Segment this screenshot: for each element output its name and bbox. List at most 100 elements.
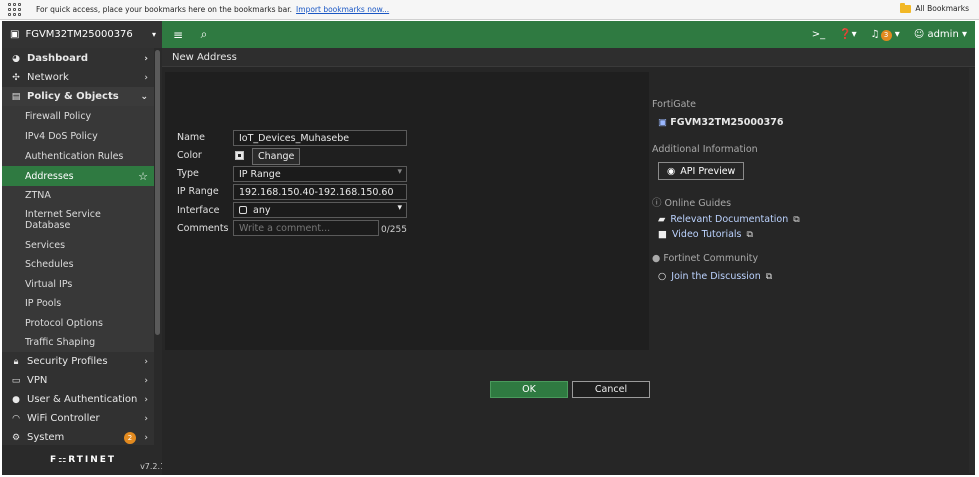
chevron-right-icon: › [144, 72, 148, 83]
side-device-name: ▣ FGVM32TM25000376 [658, 117, 783, 128]
bookmarks-bar: For quick access, place your bookmarks h… [0, 0, 979, 20]
sidebar-item-label: Policy & Objects [27, 91, 119, 102]
sidebar-subitem-traffic-shaping[interactable]: Traffic Shaping [2, 333, 154, 352]
apps-grid-icon[interactable] [8, 2, 22, 17]
policy-icon: ▤ [11, 91, 21, 102]
dashboard-icon: ◕ [12, 53, 20, 64]
book-icon: ▰ [658, 214, 666, 225]
notifications-button[interactable]: ♫ 3 ▾ [871, 29, 900, 41]
chevron-right-icon: › [144, 53, 148, 64]
color-swatch [235, 151, 244, 160]
sidebar-subitem-ztna[interactable]: ZTNA [2, 186, 154, 205]
sidebar-item-label: Dashboard [27, 53, 88, 64]
interface-select[interactable]: any [233, 202, 407, 218]
bell-icon: ♫ [870, 28, 880, 40]
type-label: Type [177, 168, 199, 179]
all-bookmarks-label: All Bookmarks [915, 4, 969, 13]
sidebar-subitem-label: Traffic Shaping [25, 337, 96, 348]
online-guides-heading: ⓘ Online Guides [652, 195, 731, 209]
sidebar-subitem-services[interactable]: Services [2, 235, 154, 255]
cancel-button[interactable]: Cancel [572, 381, 650, 398]
fortigate-app: ▣ FGVM32TM25000376 ▾ ≡ ⌕ >_ ❓▾ ♫ 3 ▾ ☺ ad… [2, 21, 975, 475]
ip-range-input[interactable]: 192.168.150.40-192.168.150.60 [233, 184, 407, 200]
sidebar-item-vpn[interactable]: ▭ VPN › [2, 371, 154, 390]
fortigate-heading: FortiGate [652, 99, 696, 110]
sidebar-subitem-internet-service-database[interactable]: Internet Service Database [2, 205, 154, 235]
additional-info-heading: Additional Information [652, 144, 758, 155]
type-select[interactable]: IP Range [233, 166, 407, 182]
all-bookmarks-button[interactable]: All Bookmarks [900, 2, 969, 13]
sidebar-subitem-label: Protocol Options [25, 317, 103, 329]
content-scrollbar[interactable] [969, 68, 975, 473]
device-icon: ▣ [10, 29, 20, 40]
sidebar-item-policy-objects[interactable]: ▤ Policy & Objects ⌄ [2, 87, 154, 106]
sidebar-item-label: System [27, 432, 65, 443]
chevron-right-icon: › [144, 394, 148, 405]
eye-icon: ◉ [667, 165, 676, 177]
device-selector[interactable]: ▣ FGVM32TM25000376 ▾ [2, 21, 162, 48]
chevron-right-icon: › [144, 413, 148, 424]
notification-badge: 3 [880, 29, 892, 41]
sidebar-subitem-addresses[interactable]: Addresses ☆ [2, 166, 154, 186]
sidebar-subitem-ipv4-dos-policy[interactable]: IPv4 DoS Policy [2, 126, 154, 146]
sidebar-item-label: WiFi Controller [27, 413, 100, 424]
join-discussion-link[interactable]: ○ Join the Discussion ⧉ [658, 271, 772, 282]
interface-value: any [253, 204, 271, 216]
sidebar-subitem-label: Authentication Rules [25, 150, 124, 162]
cli-console-icon[interactable]: >_ [812, 29, 825, 40]
sidebar-item-label: Security Profiles [27, 356, 108, 367]
sidebar-subitem-label: Schedules [25, 259, 74, 270]
sidebar-subitem-label: Internet Service Database [25, 209, 101, 231]
device-name: FGVM32TM25000376 [25, 29, 133, 40]
sidebar-item-network[interactable]: ✣ Network › [2, 68, 154, 87]
import-bookmarks-link[interactable]: Import bookmarks now... [296, 5, 389, 14]
sidebar-subitem-protocol-options[interactable]: Protocol Options [2, 313, 154, 333]
sidebar-subitem-label: IPv4 DoS Policy [25, 130, 98, 142]
wifi-icon: ◠ [12, 413, 20, 424]
community-heading: ● Fortinet Community [652, 253, 758, 264]
sidebar-item-wifi-controller[interactable]: ◠ WiFi Controller › [2, 409, 154, 428]
color-label: Color [177, 150, 202, 161]
sidebar-item-user-authentication[interactable]: ● User & Authentication › [2, 390, 154, 409]
sidebar-subitem-ip-pools[interactable]: IP Pools [2, 294, 154, 313]
video-tutorials-link[interactable]: ■ Video Tutorials ⧉ [658, 229, 753, 240]
sidebar-subitem-label: ZTNA [25, 190, 51, 201]
info-side-panel: FortiGate ▣ FGVM32TM25000376 Additional … [649, 72, 973, 350]
community-heading-text: Fortinet Community [663, 253, 759, 264]
sidebar-subitem-firewall-policy[interactable]: Firewall Policy [2, 106, 154, 126]
sidebar-subitem-label: Virtual IPs [25, 278, 73, 290]
chevron-right-icon: › [144, 356, 148, 367]
sidebar-subitem-authentication-rules[interactable]: Authentication Rules [2, 146, 154, 166]
new-address-form: Name IoT_Devices_Muhasebe Color Change T… [165, 72, 649, 350]
sidebar-scrollbar[interactable] [154, 48, 162, 475]
name-label: Name [177, 132, 206, 143]
system-badge: 2 [124, 431, 136, 444]
search-icon[interactable]: ⌕ [194, 27, 214, 42]
user-menu[interactable]: ☺ admin ▾ [914, 29, 967, 40]
chevron-right-icon: › [144, 432, 148, 443]
relevant-documentation-link[interactable]: ▰ Relevant Documentation ⧉ [658, 214, 800, 225]
star-icon[interactable]: ☆ [138, 170, 148, 183]
sidebar-footer: F⚏RTINET v7.2.11 [2, 445, 170, 475]
comments-textarea[interactable]: Write a comment... [233, 220, 379, 236]
user-name: admin [927, 29, 959, 40]
lock-icon: 🔒︎ [13, 356, 19, 367]
menu-toggle-icon[interactable]: ≡ [168, 28, 188, 42]
sidebar-subitem-schedules[interactable]: Schedules [2, 255, 154, 274]
video-tutorials-text: Video Tutorials [671, 229, 742, 240]
sidebar-subitem-virtual-ips[interactable]: Virtual IPs [2, 274, 154, 294]
sidebar: ◕ Dashboard › ✣ Network › ▤ Policy & Obj… [2, 48, 170, 475]
api-preview-button[interactable]: ◉ API Preview [658, 162, 745, 180]
sidebar-item-security-profiles[interactable]: 🔒︎ Security Profiles › [2, 352, 154, 371]
sidebar-item-dashboard[interactable]: ◕ Dashboard › [2, 49, 154, 68]
name-input[interactable]: IoT_Devices_Muhasebe [233, 130, 407, 146]
device-icon: ▣ [658, 117, 671, 128]
help-icon[interactable]: ❓▾ [839, 29, 856, 40]
fortinet-logo: F⚏RTINET [50, 455, 117, 465]
ok-button[interactable]: OK [490, 381, 568, 398]
external-link-icon: ⧉ [746, 229, 753, 240]
comments-counter: 0/255 [381, 225, 407, 235]
change-color-button[interactable]: Change [252, 148, 301, 165]
network-icon: ✣ [12, 72, 20, 83]
comments-label: Comments [177, 223, 229, 234]
